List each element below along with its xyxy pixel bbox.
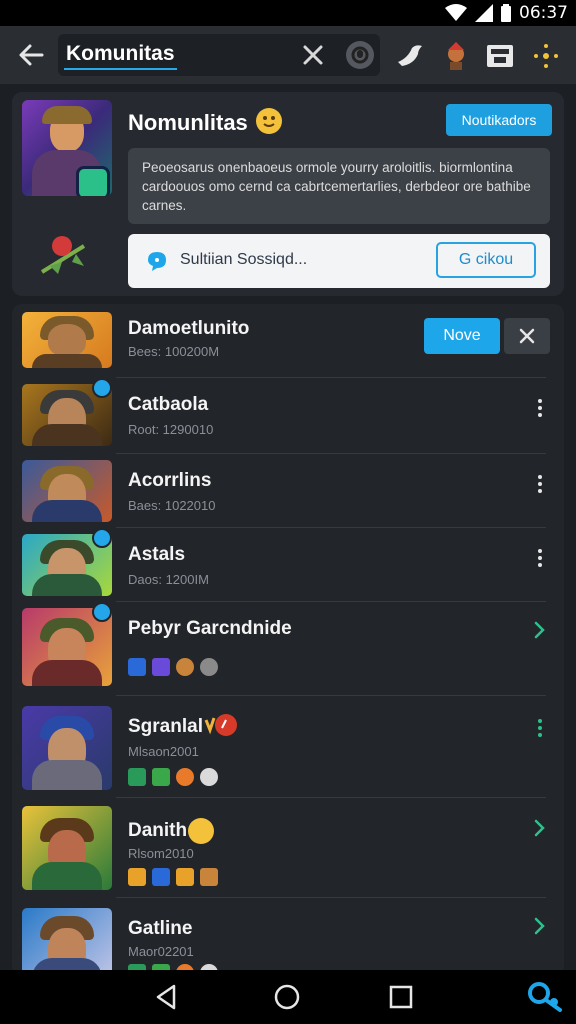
wifi-icon: [445, 4, 467, 21]
close-icon: [519, 328, 535, 344]
chat-bubble-icon: [148, 252, 166, 271]
list-item[interactable]: Danith Rlsom2010: [12, 798, 564, 898]
list-item[interactable]: Sgranlal Mlsaon2001: [12, 696, 564, 798]
more-options-icon[interactable]: [534, 474, 546, 494]
tag-icon: [152, 768, 170, 786]
chevron-right-icon[interactable]: [530, 916, 548, 936]
tag-row: [128, 768, 218, 786]
tag-icon: [128, 868, 146, 886]
tag-icon: [176, 868, 194, 886]
search-bar[interactable]: Komunitas: [58, 34, 380, 76]
nav-recents-icon[interactable]: [386, 982, 416, 1012]
shoutbox-input[interactable]: Sultiian Sossiqd... G cikou: [128, 234, 550, 288]
community-list: Damoetlunito Bees: 100200M Nove Catbaola…: [12, 304, 564, 976]
more-options-icon[interactable]: [534, 718, 546, 738]
community-avatar[interactable]: [22, 100, 112, 196]
shoutbox-placeholder: Sultiian Sossiqd...: [180, 251, 308, 268]
list-item-subtitle: Maor02201: [128, 944, 194, 959]
tag-row: [128, 658, 218, 676]
list-item[interactable]: Acorrlins Baes: 1022010: [12, 454, 564, 528]
search-icon[interactable]: [526, 980, 564, 1014]
list-item-title: Danith: [128, 820, 188, 841]
community-badge-icon: [76, 166, 110, 196]
tag-icon: [152, 868, 170, 886]
list-item-subtitle: Daos: 1200IM: [128, 572, 209, 587]
top-app-bar: Komunitas: [0, 26, 576, 84]
list-item[interactable]: Gatline Maor02201: [12, 898, 564, 976]
list-item-title: Damoetlunito: [128, 318, 250, 339]
tag-icon: [200, 868, 218, 886]
list-item-title: Pebyr Garcndnide: [128, 618, 292, 639]
move-button[interactable]: Nove: [424, 318, 500, 354]
tag-icon: [176, 658, 194, 676]
smile-emoji-icon: [256, 108, 282, 134]
list-item-subtitle: Baes: 1022010: [128, 498, 216, 513]
nav-back-icon[interactable]: [152, 982, 182, 1012]
list-item-subtitle: Mlsaon2001: [128, 744, 199, 759]
system-nav-bar: [0, 970, 576, 1024]
signal-icon: [475, 4, 493, 22]
online-indicator-icon: [92, 378, 112, 398]
list-item[interactable]: Pebyr Garcndnide: [12, 602, 564, 696]
list-item-title: Astals: [128, 544, 186, 565]
dismiss-button[interactable]: [504, 318, 550, 354]
list-item-thumbnail: [22, 806, 112, 890]
more-options-icon[interactable]: [534, 398, 546, 418]
shoutbox-button[interactable]: G cikou: [436, 242, 536, 278]
more-options-icon[interactable]: [534, 548, 546, 568]
community-description: Peoeosarus onenbaoeus ormole yourry arol…: [128, 148, 550, 224]
chevron-right-icon[interactable]: [530, 620, 548, 640]
list-item-thumbnail: [22, 460, 112, 522]
list-item-thumbnail: [22, 706, 112, 790]
list-item-title: Acorrlins: [128, 470, 212, 491]
list-item-title: Gatline: [128, 918, 193, 939]
battery-icon: [501, 4, 511, 22]
chevron-right-icon[interactable]: [530, 818, 548, 838]
tag-row: [128, 868, 218, 886]
inbox-icon[interactable]: [484, 40, 516, 72]
list-item[interactable]: Catbaola Root: 1290010: [12, 378, 564, 454]
sparkle-icon[interactable]: [530, 40, 562, 72]
list-item-title: Sgranlal: [128, 716, 203, 737]
tag-icon: [128, 658, 146, 676]
list-item-title: Catbaola: [128, 394, 209, 415]
tag-icon: [200, 768, 218, 786]
list-item[interactable]: Astals Daos: 1200IM: [12, 528, 564, 602]
list-item-thumbnail: [22, 312, 112, 368]
clear-icon[interactable]: [300, 42, 326, 68]
warrior-icon[interactable]: [440, 40, 472, 72]
tag-icon: [128, 768, 146, 786]
rose-icon: [40, 236, 86, 274]
bird-icon[interactable]: [394, 40, 426, 72]
notifications-button[interactable]: Noutikadors: [446, 104, 552, 136]
list-item[interactable]: Damoetlunito Bees: 100200M Nove: [12, 304, 564, 378]
voice-search-icon[interactable]: [346, 41, 374, 69]
emoji-icon: [188, 818, 214, 844]
status-bar: 06:37: [0, 0, 576, 26]
heart-badge-icon: [204, 714, 237, 736]
tag-icon: [152, 658, 170, 676]
list-item-subtitle: Rlsom2010: [128, 846, 194, 861]
tag-icon: [176, 768, 194, 786]
tag-icon: [200, 658, 218, 676]
online-indicator-icon: [92, 602, 112, 622]
search-input[interactable]: Komunitas: [64, 42, 177, 70]
online-indicator-icon: [92, 528, 112, 548]
list-item-subtitle: Bees: 100200M: [128, 344, 220, 359]
community-header-card: Nomunlitas Noutikadors Peoeosarus onenba…: [12, 92, 564, 296]
nav-home-icon[interactable]: [272, 982, 302, 1012]
community-name: Nomunlitas: [128, 110, 248, 135]
list-item-thumbnail: [22, 908, 112, 976]
back-arrow-icon[interactable]: [14, 38, 48, 72]
status-time: 06:37: [519, 3, 568, 23]
list-item-subtitle: Root: 1290010: [128, 422, 214, 437]
